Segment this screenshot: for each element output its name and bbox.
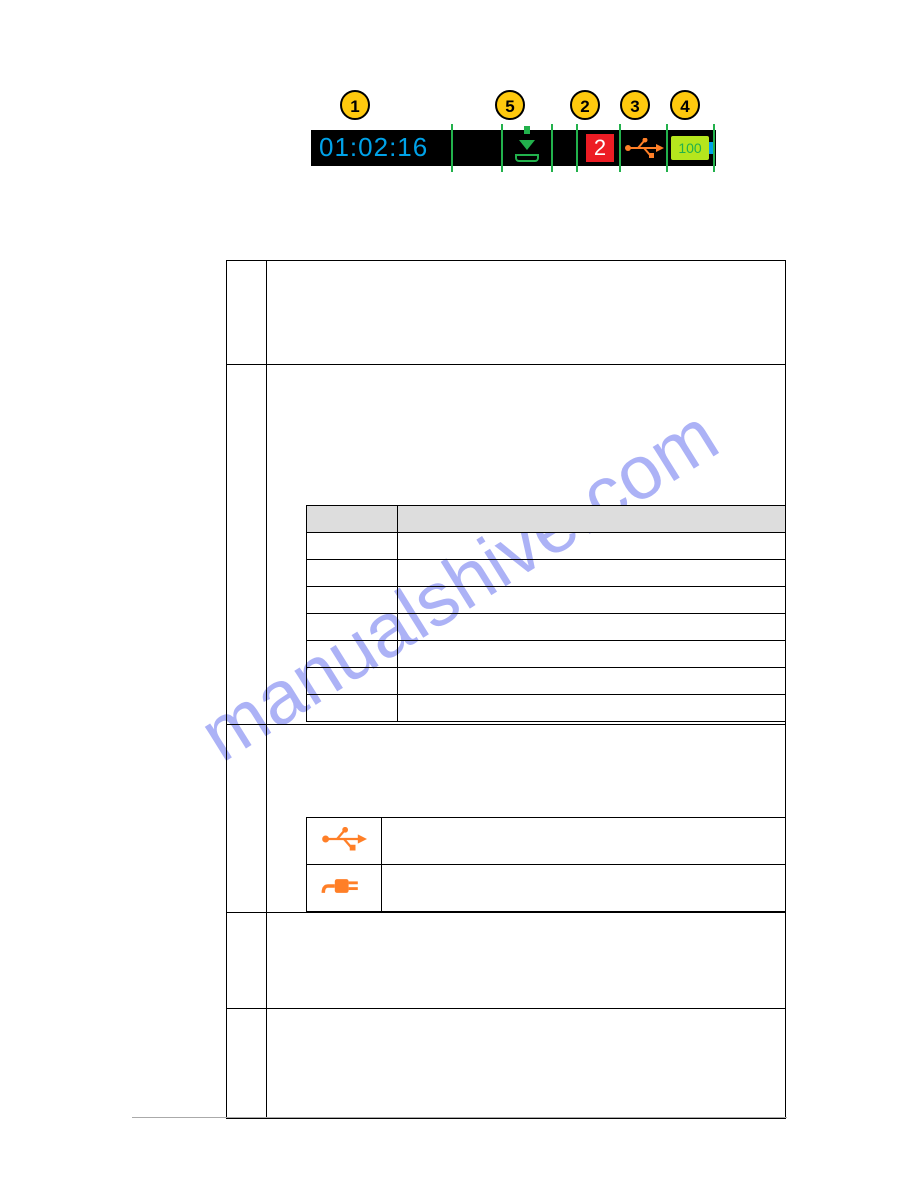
- usb-description: [382, 818, 786, 865]
- table-row: [227, 1009, 786, 1119]
- color-code-table: [306, 505, 786, 722]
- callout-badge-5: 5: [495, 90, 525, 120]
- table-row: [307, 695, 786, 722]
- table-row: [227, 913, 786, 1009]
- callout-badge-1: 1: [340, 90, 370, 120]
- callout-badge-4: 4: [670, 90, 700, 120]
- status-divider: [576, 124, 578, 172]
- table-row: [307, 668, 786, 695]
- status-divider: [501, 124, 503, 172]
- status-bar-background: 01:02:16 2 100: [311, 130, 716, 166]
- callout-badge-2: 2: [570, 90, 600, 120]
- save-to-disk-icon: [513, 134, 541, 162]
- meaning-header: [398, 506, 786, 533]
- color-header: [307, 506, 398, 533]
- status-divider: [666, 124, 668, 172]
- connection-icon-table: [306, 817, 786, 912]
- footer-divider: [132, 1117, 787, 1118]
- table-row: [307, 560, 786, 587]
- status-divider: [619, 124, 621, 172]
- callout-badge-3: 3: [620, 90, 650, 120]
- usb-icon: [624, 138, 664, 158]
- battery-level: 100: [671, 136, 709, 160]
- elapsed-time: 01:02:16: [319, 132, 428, 163]
- table-row: [307, 587, 786, 614]
- battery-value: 100: [678, 140, 701, 156]
- plug-icon: [321, 887, 367, 904]
- table-row: [307, 614, 786, 641]
- status-divider: [713, 124, 715, 172]
- table-row: [227, 261, 786, 365]
- table-row: [307, 818, 786, 865]
- alert-count-badge: 2: [586, 134, 614, 162]
- table-row: [307, 533, 786, 560]
- status-bar-figure: 01:02:16 2 100: [311, 130, 716, 170]
- plug-description: [382, 865, 786, 912]
- table-row: [307, 641, 786, 668]
- table-row: [307, 865, 786, 912]
- usb-icon: [321, 838, 367, 855]
- status-divider: [451, 124, 453, 172]
- status-divider: [551, 124, 553, 172]
